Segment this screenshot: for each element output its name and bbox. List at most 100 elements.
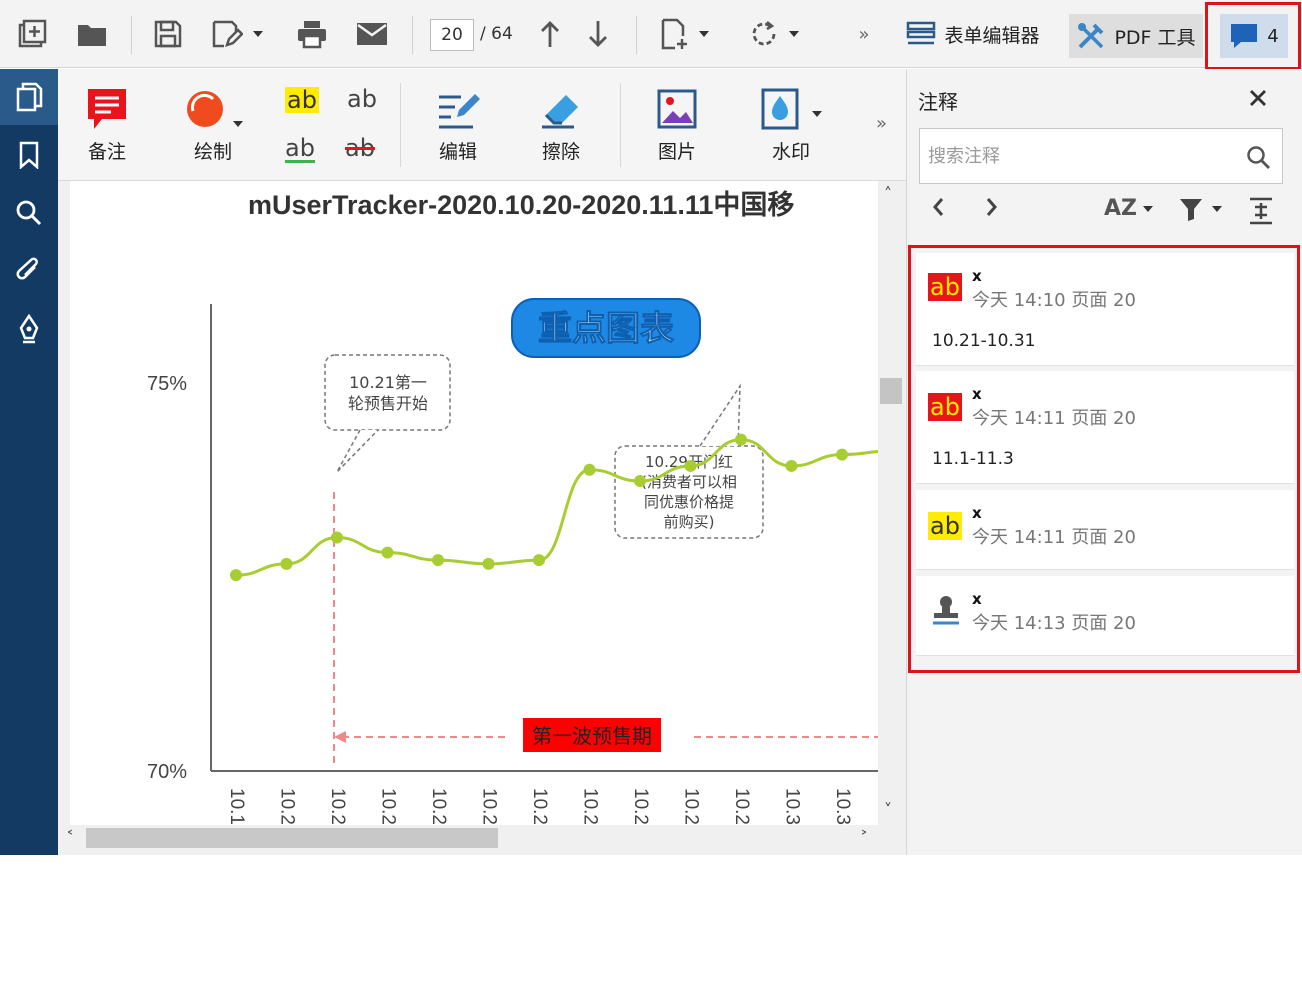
watermark-label: 水印 — [771, 141, 810, 163]
pdf-tools-button[interactable]: PDF 工具 — [1069, 14, 1203, 58]
previous-page-button[interactable] — [532, 12, 568, 56]
search-icon[interactable] — [1246, 145, 1272, 171]
comment-ribbon: 备注 绘制 ab ab ab ab 编辑 擦除 图片 水印 » — [58, 69, 906, 181]
x-tick-label: 10.2 — [579, 788, 600, 825]
data-point — [735, 433, 747, 446]
presale-label: 第一波预售期 — [532, 724, 652, 748]
page-number-input[interactable]: 20 — [430, 19, 474, 51]
scroll-left-arrow[interactable]: ˂ — [66, 828, 74, 847]
x-tick-label: 10.2 — [529, 788, 550, 825]
form-editor-button[interactable]: 表单编辑器 — [898, 12, 1048, 56]
email-button[interactable] — [352, 12, 392, 56]
highlight-tool[interactable]: ab — [285, 87, 319, 113]
chevron-down-icon — [789, 31, 799, 37]
ribbon-divider — [400, 83, 401, 167]
x-tick-label: 10.2 — [680, 788, 701, 825]
save-as-button[interactable] — [202, 12, 272, 56]
next-comment-button[interactable] — [982, 196, 1000, 218]
create-pdf-button[interactable] — [652, 12, 716, 56]
main-toolbar: 20 / 64 » 表单编辑器 PDF 工具 4 — [0, 0, 1302, 70]
print-button[interactable] — [292, 12, 332, 56]
callout-text: 轮预售开始 — [348, 394, 428, 413]
x-tick-label: 10.2 — [630, 788, 651, 825]
presale-arrow-head — [334, 731, 346, 743]
collapse-all-button[interactable] — [1248, 196, 1274, 226]
nav-signatures[interactable] — [0, 301, 58, 357]
strikethrough-tool[interactable]: ab — [345, 136, 375, 160]
more-tools-button[interactable]: » — [852, 12, 876, 56]
highlight-frame — [908, 245, 1300, 673]
erase-label: 擦除 — [541, 141, 580, 163]
line-chart: 75% 70% 重点图表 10.21第一 轮预售开始 10.29开门红 (消费者… — [147, 298, 878, 825]
filter-icon — [1180, 199, 1202, 221]
data-point — [583, 463, 596, 476]
vertical-scrollbar[interactable] — [878, 181, 906, 825]
scroll-up-arrow[interactable]: ˄ — [884, 184, 892, 203]
folder-icon — [78, 25, 106, 46]
sort-button[interactable]: AZ — [1104, 196, 1153, 221]
sort-az-icon: AZ — [1104, 196, 1137, 221]
edit-label: 编辑 — [438, 141, 477, 163]
rotate-button[interactable] — [738, 12, 810, 56]
callout-text: (消费者可以相 — [641, 473, 737, 491]
close-panel-button[interactable] — [1248, 86, 1268, 114]
data-point — [836, 448, 848, 461]
scroll-right-arrow[interactable]: ˃ — [860, 828, 868, 847]
watermark-tool[interactable]: 水印 — [760, 87, 822, 164]
prev-comment-button[interactable] — [930, 196, 948, 218]
ribbon-more-button[interactable]: » — [876, 113, 887, 134]
callout-text: 前购买) — [664, 513, 715, 531]
scroll-down-arrow[interactable]: ˅ — [884, 800, 892, 819]
x-tick-label: 10.2 — [377, 788, 398, 825]
edit-text-icon — [439, 94, 480, 129]
nav-pages[interactable] — [0, 69, 58, 125]
draw-tool[interactable]: 绘制 — [183, 87, 243, 164]
image-label: 图片 — [657, 141, 696, 163]
series-line — [235, 438, 878, 577]
x-tick-label: 10.2 — [428, 788, 449, 825]
chevron-down-icon — [699, 31, 709, 37]
open-folder-button[interactable] — [72, 12, 112, 56]
data-point — [432, 554, 444, 567]
insert-text-tool[interactable]: ab — [347, 87, 377, 111]
x-tick-label: 10.3 — [832, 788, 853, 825]
x-tick-label: 10.3 — [781, 788, 802, 825]
data-point — [634, 475, 646, 488]
chevron-down-icon — [1142, 205, 1153, 212]
comment-search-box — [919, 128, 1283, 184]
data-point — [381, 546, 394, 559]
highlight-frame — [1205, 2, 1301, 70]
comment-search-input[interactable] — [928, 141, 1238, 171]
save-button[interactable] — [148, 12, 188, 56]
ribbon-divider — [620, 83, 621, 167]
document-chart-title: mUserTracker-2020.10.20-2020.11.11中国移 — [248, 190, 795, 220]
save-icon — [154, 20, 182, 48]
note-tool[interactable]: 备注 — [86, 87, 128, 164]
draw-label: 绘制 — [193, 141, 232, 163]
data-point — [533, 554, 545, 567]
nav-bookmarks[interactable] — [0, 127, 58, 183]
underline-tool[interactable]: ab — [285, 136, 315, 163]
nav-search[interactable] — [0, 185, 58, 241]
toolbar-divider — [131, 16, 132, 54]
mail-icon — [357, 23, 387, 45]
next-page-button[interactable] — [580, 12, 616, 56]
close-icon — [1250, 90, 1266, 106]
panel-title: 注释 — [918, 90, 958, 114]
horizontal-scroll-thumb[interactable] — [86, 828, 498, 848]
new-document-icon — [18, 19, 47, 48]
form-editor-label: 表单编辑器 — [944, 24, 1040, 47]
erase-tool[interactable]: 擦除 — [538, 87, 584, 164]
edit-tool[interactable]: 编辑 — [435, 87, 481, 164]
add-page-icon — [661, 18, 687, 50]
save-as-icon — [212, 20, 243, 48]
nav-attachments[interactable] — [0, 243, 58, 299]
image-tool[interactable]: 图片 — [656, 87, 698, 164]
paperclip-icon — [16, 257, 38, 280]
key-chart-badge-label: 重点图表 — [538, 309, 674, 349]
rotate-icon — [752, 21, 776, 46]
filter-button[interactable] — [1178, 196, 1222, 222]
toolbar-divider — [412, 16, 413, 54]
new-document-button[interactable] — [12, 12, 52, 56]
vertical-scroll-thumb[interactable] — [880, 378, 902, 404]
